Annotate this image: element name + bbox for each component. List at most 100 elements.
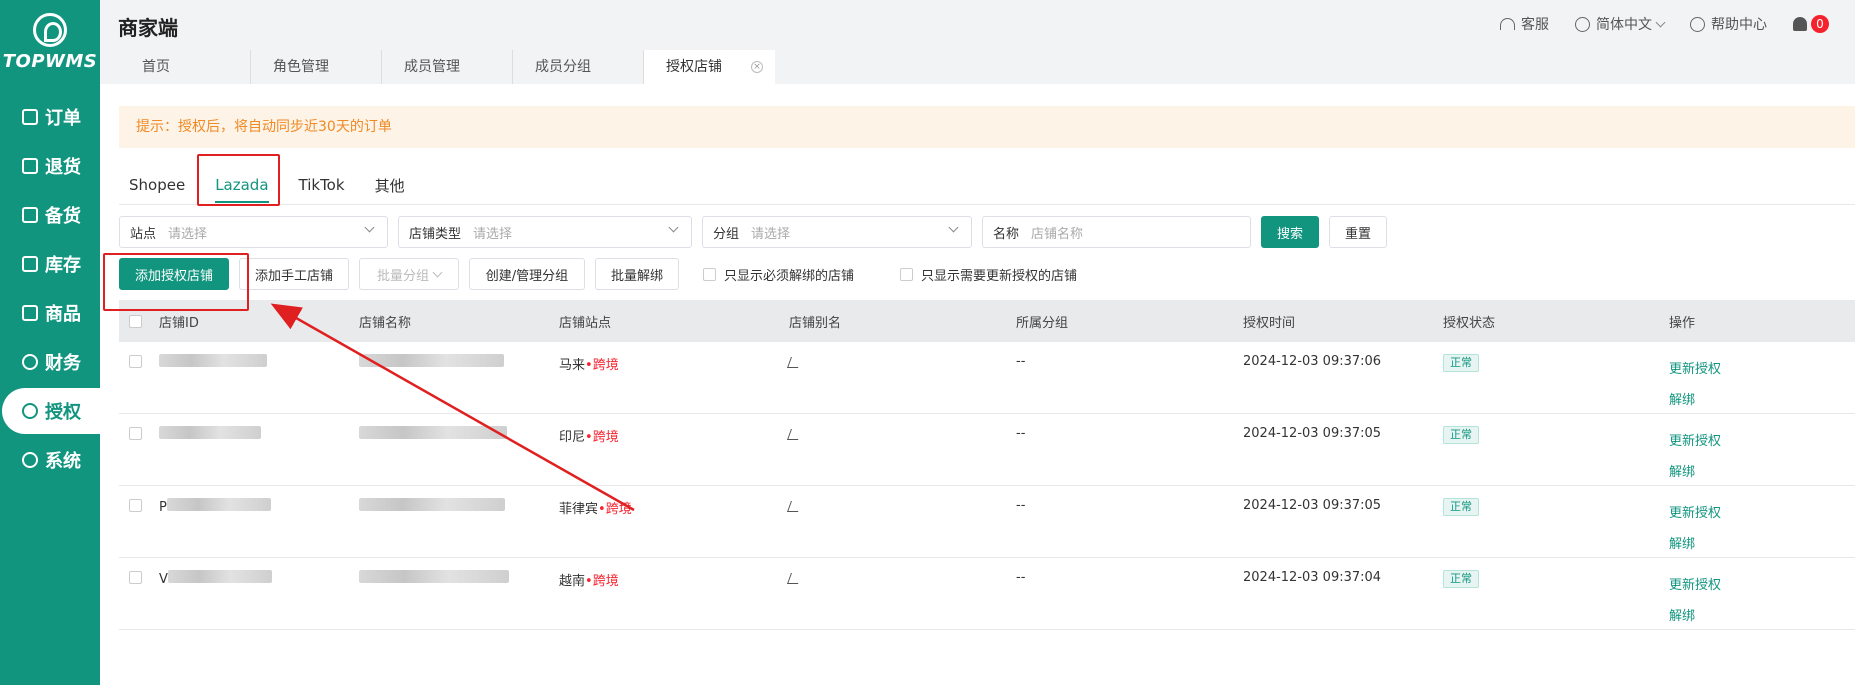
sidebar-item-system[interactable]: 系统 [0,437,100,483]
cross-border-tag: •跨境 [585,430,619,445]
notification-button[interactable]: 0 [1793,15,1829,33]
sidebar-item-orders[interactable]: 订单 [0,94,100,140]
row-checkbox[interactable] [129,571,142,584]
table-row: V 越南•跨境 -- 2024-12-03 09:37:04 正常 更新授权 解绑 [119,558,1855,630]
tab-home[interactable]: 首页 [120,50,251,84]
language-select[interactable]: 简体中文 [1575,14,1666,34]
unbind-link[interactable]: 解绑 [1669,461,1789,480]
group-cell: -- [1016,354,1026,369]
sidebar-nav: 订单 退货 备货 库存 商品 财务 授权 系统 [0,94,100,483]
site-name: 菲律宾 [559,502,599,517]
shop-type-select[interactable]: 店铺类型 请选择 [398,216,692,248]
authorize-icon [22,403,38,419]
edit-icon[interactable] [786,429,803,440]
select-all-checkbox[interactable] [129,314,142,328]
tab-role-management[interactable]: 角色管理 [251,50,382,84]
update-auth-link[interactable]: 更新授权 [1669,358,1789,377]
help-icon [1690,16,1705,32]
auth-time-cell: 2024-12-03 09:37:05 [1243,426,1382,441]
group-select[interactable]: 分组 请选择 [702,216,972,248]
site-name: 马来 [559,358,586,373]
actions-cell: 更新授权 解绑 [1669,342,1789,408]
unbind-link[interactable]: 解绑 [1669,605,1789,624]
batch-group-label: 批量分组 [376,268,429,284]
update-auth-link[interactable]: 更新授权 [1669,430,1789,449]
tab-authorized-shops[interactable]: 授权店铺 × [644,50,775,84]
row-checkbox[interactable] [129,355,142,368]
sidebar-item-stocking[interactable]: 备货 [0,192,100,238]
sidebar-item-label: 退货 [45,157,81,178]
auth-status-cell: 正常 [1443,558,1669,588]
add-authorized-shop-button[interactable]: 添加授权店铺 [119,258,229,290]
auth-time-cell: 2024-12-03 09:37:04 [1243,570,1382,585]
logo-text: TOPWMS [2,50,98,72]
checkbox-label: 只显示必须解绑的店铺 [724,268,855,284]
table-row: P 菲律宾•跨境 -- 2024-12-03 09:37:05 正常 更新授权解… [119,486,1855,558]
checkbox[interactable] [703,267,716,281]
actions-cell: 更新授权 解绑 [1669,486,1789,552]
status-badge: 正常 [1443,570,1479,588]
group-label: 分组 [713,226,740,242]
shop-site-cell: 越南•跨境 [559,558,789,589]
platform-tab-other[interactable]: 其他 [375,175,405,196]
only-need-update-checkbox[interactable]: 只显示需要更新授权的店铺 [900,265,1077,284]
row-checkbox[interactable] [129,427,142,440]
update-auth-link[interactable]: 更新授权 [1669,574,1789,593]
sidebar-item-finance[interactable]: 财务 [0,339,100,385]
manage-groups-button[interactable]: 创建/管理分组 [469,258,585,290]
sidebar-item-inventory[interactable]: 库存 [0,241,100,287]
row-checkbox[interactable] [129,499,142,512]
sidebar-item-authorize[interactable]: 授权 [2,388,100,434]
shop-name-input[interactable]: 名称 店铺名称 [982,216,1251,248]
platform-tab-lazada[interactable]: Lazada [215,176,269,203]
edit-icon[interactable] [786,573,803,584]
edit-icon[interactable] [786,501,803,512]
platform-tab-shopee[interactable]: Shopee [129,176,185,194]
tab-member-management[interactable]: 成员管理 [382,50,513,84]
platform-tab-tiktok[interactable]: TikTok [299,176,345,194]
sidebar-item-label: 财务 [45,353,81,374]
site-select[interactable]: 站点 请选择 [119,216,388,248]
cross-border-tag: •跨境 [585,358,619,373]
language-label: 简体中文 [1596,17,1652,33]
service-button[interactable]: 客服 [1500,14,1549,34]
shop-id-cell [159,342,359,371]
batch-group-button[interactable]: 批量分组 [359,258,459,290]
col-shop-id: 店铺ID [159,315,199,331]
status-badge: 正常 [1443,426,1479,444]
group-cell: -- [1016,426,1026,441]
shop-site-cell: 马来•跨境 [559,342,789,373]
actions-cell: 更新授权 解绑 [1669,558,1789,624]
unbind-link[interactable]: 解绑 [1669,533,1789,552]
unbind-link[interactable]: 解绑 [1669,389,1789,408]
row-checkbox-cell [119,486,159,512]
search-button[interactable]: 搜索 [1261,216,1319,248]
reset-button[interactable]: 重置 [1329,216,1387,248]
checkbox[interactable] [900,267,914,281]
cross-border-label: 跨境 [605,502,632,517]
close-icon[interactable]: × [751,61,763,73]
tab-member-groups[interactable]: 成员分组 [513,50,644,84]
only-must-unbind-checkbox[interactable]: 只显示必须解绑的店铺 [703,265,854,284]
sidebar-item-returns[interactable]: 退货 [0,143,100,189]
help-button[interactable]: 帮助中心 [1690,14,1767,34]
redacted-shop-name [359,498,505,511]
sidebar-item-label: 系统 [45,451,81,472]
sidebar: TOPWMS 订单 退货 备货 库存 商品 财务 授权 系统 [0,0,100,685]
actions-cell: 更新授权 解绑 [1669,414,1789,480]
edit-icon[interactable] [786,357,803,368]
shop-alias-cell [786,558,1016,588]
shop-type-label: 店铺类型 [409,226,462,242]
chevron-down-icon [432,267,443,277]
sidebar-item-products[interactable]: 商品 [0,290,100,336]
batch-unbind-button[interactable]: 批量解绑 [595,258,679,290]
auth-time-cell: 2024-12-03 09:37:06 [1243,354,1382,369]
add-manual-shop-button[interactable]: 添加手工店铺 [239,258,349,290]
shop-name-label: 名称 [993,226,1020,242]
redacted-shop-id [159,354,267,367]
redacted-shop-id [159,426,261,439]
col-auth-time: 授权时间 [1243,315,1296,331]
col-auth-status: 授权状态 [1443,315,1496,331]
globe-icon [1575,16,1590,32]
update-auth-link[interactable]: 更新授权 [1669,502,1789,521]
